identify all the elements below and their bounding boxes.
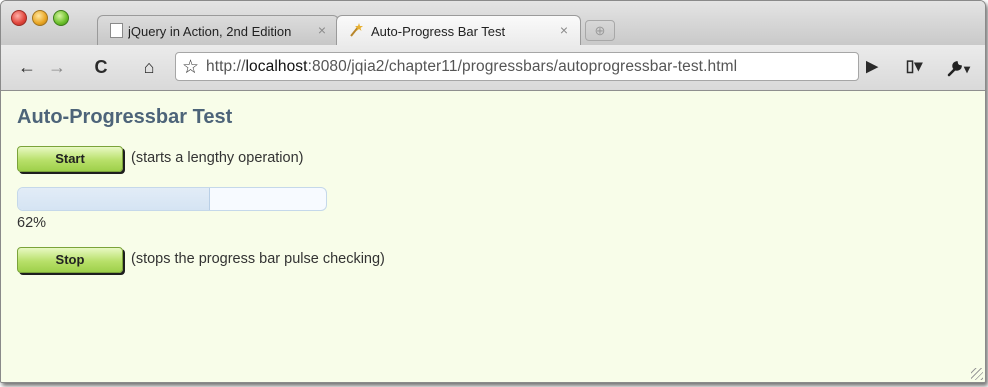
stop-button[interactable]: Stop: [17, 247, 123, 273]
tab-auto-progress-bar-test[interactable]: Auto-Progress Bar Test ×: [336, 15, 581, 46]
go-icon[interactable]: ▶: [861, 53, 883, 81]
new-tab-button[interactable]: ⊕: [585, 20, 615, 41]
back-arrow-icon[interactable]: ←: [15, 53, 39, 81]
tab-jquery-in-action[interactable]: jQuery in Action, 2nd Edition ×: [97, 15, 339, 45]
progress-bar: [17, 187, 327, 211]
sparkle-favicon-icon: [349, 22, 365, 38]
browser-window: jQuery in Action, 2nd Edition × Auto-Pro…: [0, 0, 986, 383]
forward-arrow-icon[interactable]: →: [45, 53, 69, 81]
start-button[interactable]: Start: [17, 146, 123, 172]
stop-description: (stops the progress bar pulse checking): [131, 251, 385, 267]
document-icon: [110, 23, 123, 38]
minimize-window-button[interactable]: [32, 10, 48, 26]
url-host: localhost: [245, 58, 308, 75]
url-text[interactable]: http://localhost:8080/jqia2/chapter11/pr…: [206, 58, 737, 76]
bookmark-star-icon[interactable]: ☆: [182, 56, 199, 79]
new-tab-icon: ⊕: [594, 23, 606, 38]
reload-icon[interactable]: C: [89, 53, 113, 81]
page-title: Auto-Progressbar Test: [17, 106, 233, 128]
address-bar[interactable]: ☆ http://localhost:8080/jqia2/chapter11/…: [175, 52, 859, 81]
page-content: Auto-Progressbar Test Start (starts a le…: [1, 91, 985, 382]
url-prefix: http://: [206, 58, 246, 75]
url-path: :8080/jqia2/chapter11/progressbars/autop…: [307, 58, 738, 75]
tab-close-icon[interactable]: ×: [560, 22, 568, 38]
tab-title: jQuery in Action, 2nd Edition: [128, 24, 292, 39]
resize-grip-icon[interactable]: [971, 368, 983, 380]
browser-toolbar: ← → C ⌂ ☆ http://localhost:8080/jqia2/ch…: [1, 45, 985, 91]
progress-percent: 62%: [17, 215, 47, 231]
wrench-menu-icon[interactable]: ▾: [941, 53, 975, 81]
home-icon[interactable]: ⌂: [137, 53, 161, 81]
tab-strip: jQuery in Action, 2nd Edition × Auto-Pro…: [1, 1, 985, 46]
page-menu-icon[interactable]: ▯▾: [897, 53, 931, 81]
zoom-window-button[interactable]: [53, 10, 69, 26]
start-description: (starts a lengthy operation): [131, 150, 304, 166]
tab-title: Auto-Progress Bar Test: [371, 24, 506, 39]
chevron-down-icon: ▾: [963, 62, 971, 76]
tab-close-icon[interactable]: ×: [318, 22, 326, 38]
progress-bar-fill: [18, 188, 210, 210]
close-window-button[interactable]: [11, 10, 27, 26]
